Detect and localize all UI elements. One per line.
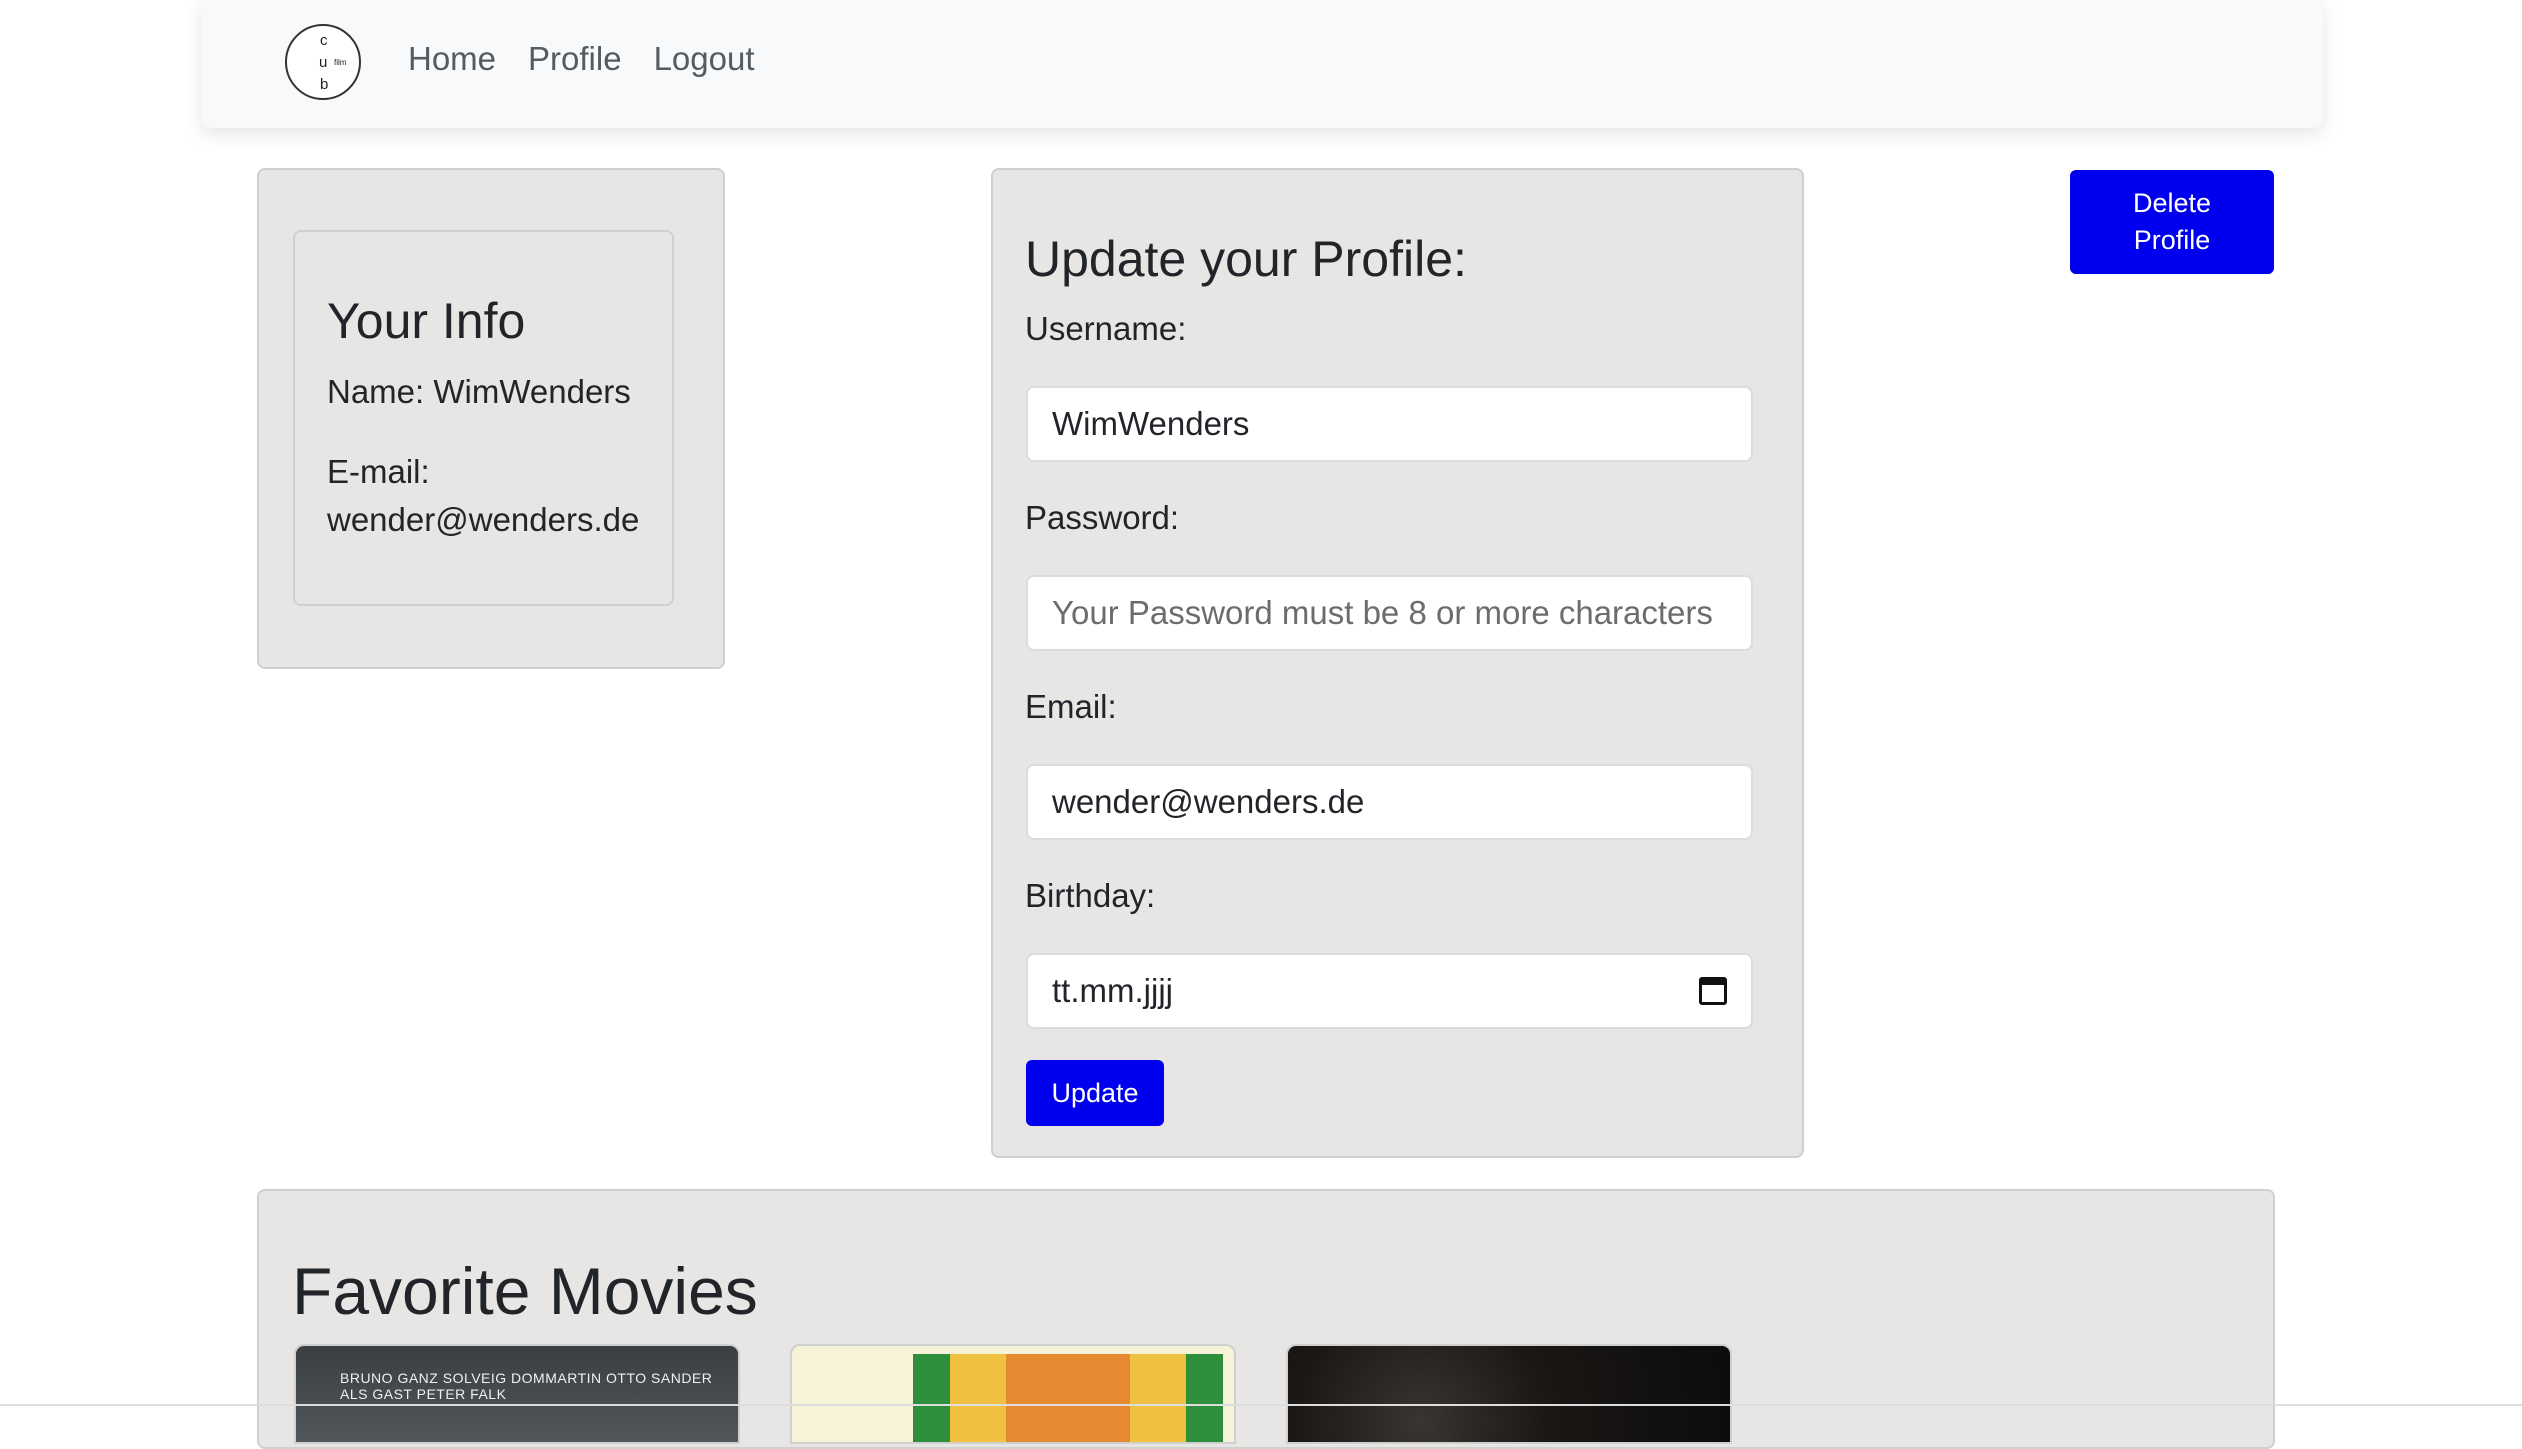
birthday-label: Birthday: [1025, 877, 1156, 914]
nav-link-profile[interactable]: Profile [528, 40, 622, 78]
info-email-value: wender@wenders.de [327, 501, 640, 538]
info-title: Your Info [327, 293, 526, 349]
email-label: Email: [1025, 688, 1117, 725]
logo-letter-c: c [320, 32, 328, 49]
info-name: Name: WimWenders [327, 373, 631, 410]
delete-profile-button[interactable]: Delete Profile [2070, 170, 2274, 274]
logo-small-text: film [334, 58, 347, 67]
logo[interactable]: c u b film [285, 24, 361, 100]
movie-card-3[interactable] [1286, 1344, 1732, 1444]
nav-link-logout[interactable]: Logout [654, 40, 755, 78]
logo-letter-b: b [320, 76, 329, 93]
favorite-movies-section: Favorite Movies BRUNO GANZ SOLVEIG DOMMA… [257, 1189, 2275, 1449]
form-title: Update your Profile: [1025, 231, 1467, 287]
favorite-movies-title: Favorite Movies [292, 1254, 758, 1328]
birthday-input[interactable]: tt.mm.jjjj [1026, 953, 1753, 1029]
nav-link-home[interactable]: Home [408, 40, 496, 78]
info-inner-card: Your Info Name: WimWenders E-mail: wende… [293, 230, 674, 606]
username-label: Username: [1025, 310, 1187, 347]
movie-card-1[interactable]: BRUNO GANZ SOLVEIG DOMMARTIN OTTO SANDER… [294, 1344, 740, 1444]
nav-links: Home Profile Logout [408, 40, 755, 78]
update-button[interactable]: Update [1026, 1060, 1164, 1126]
update-profile-form: Update your Profile: Username: Password:… [991, 168, 1804, 1158]
username-input[interactable] [1026, 386, 1753, 462]
birthday-placeholder: tt.mm.jjjj [1052, 972, 1173, 1009]
password-label: Password: [1025, 499, 1180, 536]
navbar: c u b film Home Profile Logout [201, 0, 2323, 128]
movie-2-poster [913, 1354, 1223, 1442]
movie-card-2[interactable] [790, 1344, 1236, 1444]
info-card: Your Info Name: WimWenders E-mail: wende… [257, 168, 725, 669]
info-email-label: E-mail: [327, 453, 430, 490]
movie-1-poster-credits: BRUNO GANZ SOLVEIG DOMMARTIN OTTO SANDER… [340, 1370, 713, 1402]
page-bottom-divider [0, 1404, 2522, 1406]
logo-letter-u: u [319, 54, 328, 71]
email-input[interactable] [1026, 764, 1753, 840]
calendar-icon[interactable] [1699, 977, 1727, 1005]
password-input[interactable] [1026, 575, 1753, 651]
